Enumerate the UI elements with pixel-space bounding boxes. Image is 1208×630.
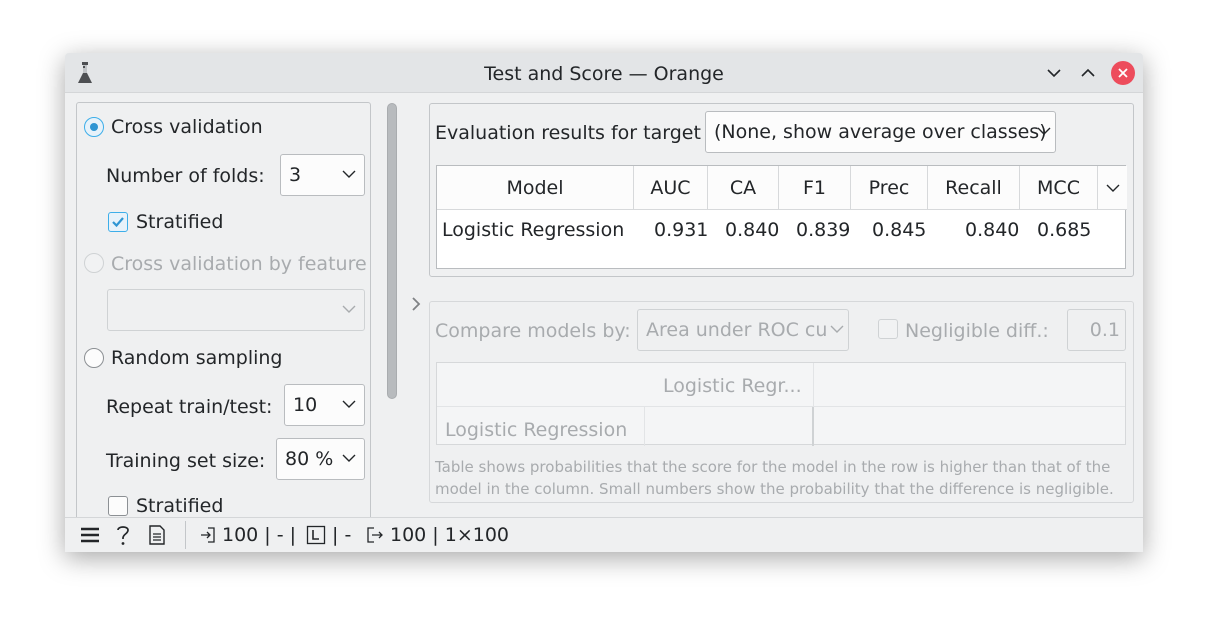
learner-summary[interactable]: | - xyxy=(306,524,351,546)
label-separator: | - xyxy=(332,524,352,546)
folds-value: 3 xyxy=(289,164,302,186)
negligible-value-field[interactable]: 0.1 xyxy=(1067,309,1126,351)
chevron-down-icon xyxy=(1037,127,1051,135)
column-header-ca[interactable]: CA xyxy=(708,166,779,210)
comparison-note: Table shows probabilities that the score… xyxy=(435,458,1114,498)
test-and-score-window: Test and Score — Orange Cross validation… xyxy=(65,53,1143,552)
menu-icon[interactable] xyxy=(80,524,100,546)
random-sampling-label[interactable]: Random sampling xyxy=(111,347,282,369)
cross-validation-label[interactable]: Cross validation xyxy=(111,116,263,138)
minimize-icon xyxy=(1047,69,1061,78)
training-size-combo[interactable]: 80 % xyxy=(276,438,365,480)
close-button[interactable] xyxy=(1111,61,1135,85)
columns-menu-button[interactable] xyxy=(1098,166,1127,210)
folds-label: Number of folds: xyxy=(106,165,265,187)
column-header-prec[interactable]: Prec xyxy=(851,166,928,210)
feature-combo[interactable] xyxy=(107,289,365,331)
target-combo[interactable]: (None, show average over classes) xyxy=(705,111,1056,153)
cross-validation-radio[interactable] xyxy=(84,117,104,137)
title-bar: Test and Score — Orange xyxy=(65,53,1143,93)
prec-cell: 0.845 xyxy=(872,219,927,241)
maximize-button[interactable] xyxy=(1076,61,1100,85)
left-scrollbar[interactable] xyxy=(387,103,397,399)
cv-by-feature-label[interactable]: Cross validation by feature xyxy=(111,253,367,275)
learner-icon xyxy=(306,525,326,545)
stratified-cv-label[interactable]: Stratified xyxy=(136,211,223,233)
compare-value: Area under ROC cu xyxy=(646,319,828,341)
repeat-label: Repeat train/test: xyxy=(106,396,273,418)
folds-combo[interactable]: 3 xyxy=(280,154,365,196)
maximize-icon xyxy=(1081,68,1095,77)
ca-cell: 0.840 xyxy=(725,219,780,241)
output-count: 100 | 1×100 xyxy=(390,524,510,546)
mcc-cell: 0.685 xyxy=(1037,219,1092,241)
negligible-label[interactable]: Negligible diff.: xyxy=(905,320,1049,342)
chevron-down-icon xyxy=(342,170,356,178)
comparison-table: Logistic Regr... Logistic Regression xyxy=(436,362,1126,446)
cv-by-feature-radio[interactable] xyxy=(84,253,104,273)
minimize-button[interactable] xyxy=(1042,61,1066,85)
negligible-value: 0.1 xyxy=(1089,319,1120,341)
column-header-recall[interactable]: Recall xyxy=(928,166,1020,210)
output-icon xyxy=(367,527,383,543)
f1-cell: 0.839 xyxy=(796,219,851,241)
compare-combo[interactable]: Area under ROC cu xyxy=(637,309,849,351)
repeat-combo[interactable]: 10 xyxy=(284,384,365,426)
output-summary[interactable]: 100 | 1×100 xyxy=(366,524,509,546)
model-cell: Logistic Regression xyxy=(442,219,625,241)
random-sampling-radio[interactable] xyxy=(84,348,104,368)
target-value: (None, show average over classes) xyxy=(714,121,1047,143)
column-header-auc[interactable]: AUC xyxy=(634,166,708,210)
chevron-right-icon[interactable] xyxy=(409,296,423,312)
column-header-model[interactable]: Model xyxy=(437,166,634,210)
input-icon xyxy=(201,527,215,543)
help-icon[interactable] xyxy=(115,524,131,546)
chevron-down-icon xyxy=(1106,184,1119,192)
status-bar: 100 | - | | - 100 | 1×100 xyxy=(65,517,1143,552)
chevron-down-icon xyxy=(342,454,356,462)
evaluation-table: Model AUC CA F1 Prec Recall MCC Logistic… xyxy=(436,165,1127,269)
negligible-checkbox[interactable] xyxy=(878,319,898,339)
repeat-value: 10 xyxy=(293,394,318,416)
stratified-cv-checkbox[interactable] xyxy=(108,212,128,232)
chevron-down-icon xyxy=(830,325,844,333)
stratified-rs-checkbox[interactable] xyxy=(108,496,128,516)
stratified-rs-label[interactable]: Stratified xyxy=(136,495,223,517)
target-label: Evaluation results for target xyxy=(435,122,701,144)
chevron-down-icon xyxy=(342,305,356,313)
training-size-label: Training set size: xyxy=(106,450,266,472)
comparison-column-header: Logistic Regr... xyxy=(663,375,802,397)
comparison-row-header: Logistic Regression xyxy=(445,419,628,441)
input-summary[interactable]: 100 | - | xyxy=(200,524,296,546)
window-title: Test and Score — Orange xyxy=(484,63,724,85)
input-count: 100 | - | xyxy=(222,524,297,546)
report-icon[interactable] xyxy=(148,524,166,546)
sampling-panel: Cross validation Number of folds: 3 Stra… xyxy=(76,102,371,552)
auc-cell: 0.931 xyxy=(654,219,709,241)
recall-cell: 0.840 xyxy=(965,219,1020,241)
close-icon xyxy=(1118,68,1128,78)
compare-label: Compare models by: xyxy=(435,320,631,342)
training-size-value: 80 % xyxy=(285,448,334,470)
checkmark-icon xyxy=(112,217,124,228)
column-header-f1[interactable]: F1 xyxy=(779,166,851,210)
column-header-mcc[interactable]: MCC xyxy=(1020,166,1098,210)
chevron-down-icon xyxy=(342,400,356,408)
status-separator xyxy=(185,521,186,549)
